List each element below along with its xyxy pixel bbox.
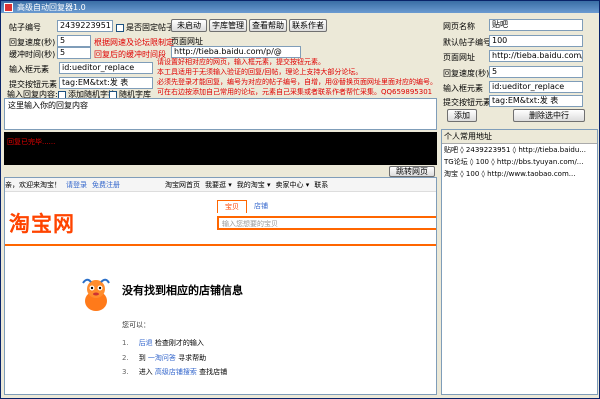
post-id-input[interactable]: 2439223951 — [57, 20, 113, 32]
add-button[interactable]: 添加 — [447, 109, 477, 122]
nav-my-taobao[interactable]: 我的淘宝 ▾ — [237, 180, 271, 190]
login-link[interactable]: 请登录 — [66, 180, 87, 190]
web-name-label: 网页名称 — [443, 22, 475, 31]
jump-page-button[interactable]: 跳转网页 — [389, 166, 435, 177]
usage-notes: 请设置好相对应的网页，输入框元素，提交按钮元素。 本工具适用于无须输入验证的回复… — [157, 57, 437, 97]
nav-contact[interactable]: 联系 — [314, 180, 328, 190]
taobao-logo[interactable]: 淘宝网 — [9, 208, 75, 238]
suggestion-item: 1. 后退 检查刚才的输入 — [122, 339, 204, 347]
note-line: 请设置好相对应的网页，输入框元素，提交按钮元素。 — [157, 58, 325, 66]
reply-speed-input[interactable]: 5 — [489, 66, 583, 78]
status-console: 回复已完毕...... — [4, 132, 437, 165]
taobao-search-input[interactable]: 输入您想要的宝贝 — [217, 216, 436, 230]
nav-home[interactable]: 淘宝网首页 — [165, 180, 200, 190]
you-can-text: 您可以： — [122, 321, 150, 329]
favorite-address-list: 个人常用地址 贴吧 ◊ 2439223951 ◊ http://tieba.ba… — [441, 129, 598, 395]
reply-content-editor[interactable]: 这里输入你的回复内容 — [4, 98, 437, 130]
nav-browse[interactable]: 我要逛 ▾ — [205, 180, 232, 190]
suggestion-item: 3. 进入 高级店铺搜索 查找店铺 — [122, 368, 228, 376]
yitao-qa-link[interactable]: 一淘问答 — [148, 354, 176, 362]
taobao-top-bar: 亲，欢迎来淘宝！ 请登录 免费注册 淘宝网首页 我要逛 ▾ 我的淘宝 ▾ 卖家中… — [5, 178, 436, 192]
note-line: 本工具适用于无须输入验证的回复/回帖，理论上支持大部分论坛。 — [157, 68, 363, 76]
title-bar: 高级自动回复器1.0 — [1, 1, 599, 13]
right-input-box-input[interactable]: id:ueditor_replace — [489, 81, 583, 93]
list-header: 个人常用地址 — [442, 130, 597, 144]
list-item[interactable]: 贴吧 ◊ 2439223951 ◊ http://tieba.baidu... — [442, 144, 597, 156]
right-submit-input[interactable]: tag:EM&txt:发 表 — [489, 95, 583, 107]
not-found-heading: 没有找到相应的店铺信息 — [122, 284, 243, 297]
search-tabs: 宝贝 店铺 — [217, 200, 275, 213]
nav-seller-center[interactable]: 卖家中心 ▾ — [276, 180, 310, 190]
reply-interval-label: 回复速度(秒) — [9, 38, 56, 47]
reply-interval-hint: 根据网速及论坛限制定 — [94, 38, 174, 47]
register-link[interactable]: 免费注册 — [92, 180, 120, 190]
right-page-url-input[interactable]: http://tieba.baidu.com/p/@ — [489, 50, 583, 62]
advanced-shop-search-link[interactable]: 高级店铺搜索 — [155, 368, 197, 376]
window-title: 高级自动回复器1.0 — [17, 2, 86, 12]
right-input-box-label: 输入框元素 — [443, 84, 483, 93]
buffer-time-label: 缓冲时间(秒) — [9, 50, 56, 59]
default-id-label: 默认帖子编号 — [443, 38, 491, 47]
back-link[interactable]: 后退 — [139, 339, 153, 347]
reply-interval-input[interactable]: 5 — [57, 35, 91, 47]
post-id-label: 帖子编号 — [9, 23, 41, 32]
fixed-post-checkbox[interactable]: 是否固定帖子 — [116, 22, 174, 33]
web-name-input[interactable]: 贴吧 — [489, 19, 583, 31]
contact-author-button[interactable]: 联系作者 — [289, 19, 327, 32]
app-window: 高级自动回复器1.0 帖子编号 2439223951 是否固定帖子 未启动 字库… — [0, 0, 600, 399]
note-line: 必须先登录才能回复，编号为对应的帖子编号，自增，用@替换页面网址里面对应的编号。 — [157, 78, 437, 86]
mascot-icon — [82, 278, 110, 311]
buffer-time-input[interactable]: 5 — [57, 47, 91, 59]
divider — [5, 244, 436, 246]
submit-element-input[interactable]: tag:EM&txt:发 表 — [59, 77, 153, 89]
library-manage-button[interactable]: 字库管理 — [209, 19, 247, 32]
delete-selected-button[interactable]: 删除选中行 — [513, 109, 585, 122]
buffer-time-hint: 回复后的缓冲时间段 — [94, 50, 166, 59]
list-item[interactable]: 淘宝 ◊ 100 ◊ http://www.taobao.com... — [442, 168, 597, 180]
default-id-input[interactable]: 100 — [489, 35, 583, 47]
app-icon — [4, 2, 13, 12]
suggestion-item: 2. 到 一淘问答 寻求帮助 — [122, 354, 207, 362]
tab-shop[interactable]: 店铺 — [247, 200, 275, 213]
right-submit-label: 提交按钮元素 — [443, 98, 491, 107]
list-item[interactable]: TG论坛 ◊ 100 ◊ http://bbs.tyuyan.com/... — [442, 156, 597, 168]
input-box-element-label: 输入框元素 — [9, 65, 49, 74]
tab-baby[interactable]: 宝贝 — [217, 200, 247, 213]
start-button[interactable]: 未启动 — [171, 19, 207, 32]
checkbox-icon — [116, 23, 124, 32]
welcome-text: 亲，欢迎来淘宝！ — [5, 180, 61, 189]
input-box-element-input[interactable]: id:ueditor_replace — [59, 62, 153, 74]
reply-speed-label: 回复速度(秒) — [443, 69, 490, 78]
help-button[interactable]: 查看帮助 — [249, 19, 287, 32]
embedded-browser[interactable]: 亲，欢迎来淘宝！ 请登录 免费注册 淘宝网首页 我要逛 ▾ 我的淘宝 ▾ 卖家中… — [4, 177, 437, 395]
note-line: 可在右边按添加自己常用的论坛，元素自己采集或者联系作者帮忙采集。QQ659895… — [157, 88, 433, 96]
right-page-url-label: 页面网址 — [443, 53, 475, 62]
